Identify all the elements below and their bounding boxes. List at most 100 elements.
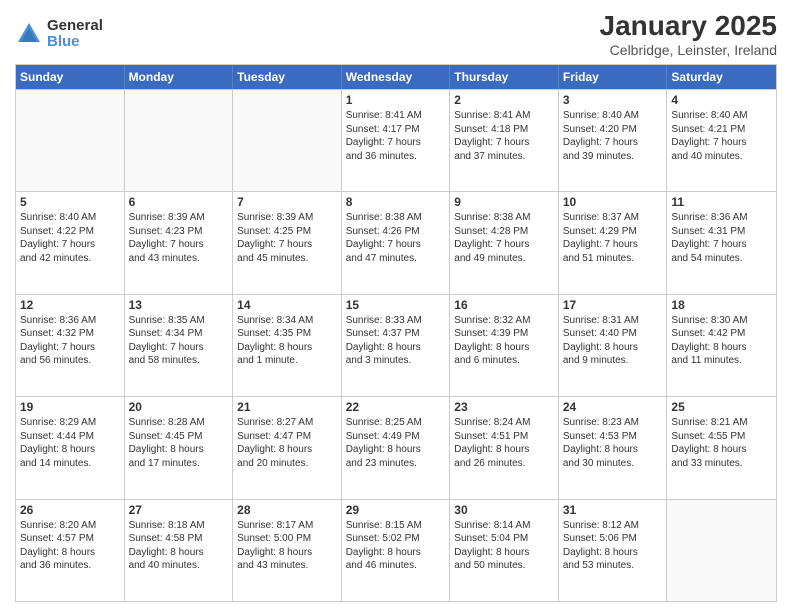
month-title: January 2025 [600, 10, 777, 42]
day-number: 2 [454, 93, 554, 107]
day-info: Sunrise: 8:36 AM Sunset: 4:31 PM Dayligh… [671, 211, 772, 265]
day-number: 10 [563, 195, 663, 209]
calendar-row-1: 5 Sunrise: 8:40 AM Sunset: 4:22 PM Daylig… [16, 191, 776, 293]
day-number: 23 [454, 400, 554, 414]
calendar-header: SundayMondayTuesdayWednesdayThursdayFrid… [16, 65, 776, 89]
day-info: Sunrise: 8:37 AM Sunset: 4:29 PM Dayligh… [563, 211, 663, 265]
day-info: Sunrise: 8:23 AM Sunset: 4:53 PM Dayligh… [563, 416, 663, 470]
calendar-cell-6: 6Sunrise: 8:39 AM Sunset: 4:23 PM Daylig… [125, 192, 234, 293]
day-number: 6 [129, 195, 229, 209]
day-info: Sunrise: 8:41 AM Sunset: 4:18 PM Dayligh… [454, 109, 554, 163]
logo-icon [15, 20, 43, 48]
logo-text: General Blue [47, 18, 103, 51]
calendar-cell-empty-4-6 [667, 500, 776, 601]
day-number: 14 [237, 298, 337, 312]
day-number: 24 [563, 400, 663, 414]
day-number: 16 [454, 298, 554, 312]
calendar-cell-10: 10 Sunrise: 8:37 AM Sunset: 4:29 PM Dayli… [559, 192, 668, 293]
calendar-cell-2: 2 Sunrise: 8:41 AM Sunset: 4:18 PM Daylig… [450, 90, 559, 191]
calendar-cell-4: 4 Sunrise: 8:40 AM Sunset: 4:21 PM Daylig… [667, 90, 776, 191]
day-info: Sunrise: 8:41 AM Sunset: 4:17 PM Dayligh… [346, 109, 446, 163]
calendar-cell-16: 16 Sunrise: 8:32 AM Sunset: 4:39 PM Dayli… [450, 295, 559, 396]
day-number: 8 [346, 195, 446, 209]
calendar-cell-17: 17Sunrise: 8:31 AM Sunset: 4:40 PM Dayli… [559, 295, 668, 396]
calendar: SundayMondayTuesdayWednesdayThursdayFrid… [15, 64, 777, 602]
header-day-monday: Monday [125, 65, 234, 89]
calendar-cell-empty-0-0 [16, 90, 125, 191]
calendar-cell-26: 26Sunrise: 8:20 AM Sunset: 4:57 PM Dayli… [16, 500, 125, 601]
day-number: 21 [237, 400, 337, 414]
header-day-wednesday: Wednesday [342, 65, 451, 89]
calendar-cell-11: 11 Sunrise: 8:36 AM Sunset: 4:31 PM Dayli… [667, 192, 776, 293]
day-info: Sunrise: 8:38 AM Sunset: 4:28 PM Dayligh… [454, 211, 554, 265]
calendar-cell-9: 9 Sunrise: 8:38 AM Sunset: 4:28 PM Daylig… [450, 192, 559, 293]
day-number: 15 [346, 298, 446, 312]
day-info: Sunrise: 8:40 AM Sunset: 4:22 PM Dayligh… [20, 211, 120, 265]
calendar-cell-22: 22 Sunrise: 8:25 AM Sunset: 4:49 PM Dayli… [342, 397, 451, 498]
day-info: Sunrise: 8:33 AM Sunset: 4:37 PM Dayligh… [346, 314, 446, 368]
day-number: 12 [20, 298, 120, 312]
header: General Blue January 2025 Celbridge, Lei… [15, 10, 777, 58]
day-number: 30 [454, 503, 554, 517]
day-info: Sunrise: 8:36 AM Sunset: 4:32 PM Dayligh… [20, 314, 120, 368]
day-info: Sunrise: 8:39 AM Sunset: 4:25 PM Dayligh… [237, 211, 337, 265]
calendar-cell-20: 20Sunrise: 8:28 AM Sunset: 4:45 PM Dayli… [125, 397, 234, 498]
calendar-cell-25: 25Sunrise: 8:21 AM Sunset: 4:55 PM Dayli… [667, 397, 776, 498]
calendar-cell-19: 19 Sunrise: 8:29 AM Sunset: 4:44 PM Dayli… [16, 397, 125, 498]
day-number: 20 [129, 400, 229, 414]
calendar-cell-23: 23 Sunrise: 8:24 AM Sunset: 4:51 PM Dayli… [450, 397, 559, 498]
day-number: 31 [563, 503, 663, 517]
day-number: 19 [20, 400, 120, 414]
day-info: Sunrise: 8:25 AM Sunset: 4:49 PM Dayligh… [346, 416, 446, 470]
calendar-cell-29: 29Sunrise: 8:15 AM Sunset: 5:02 PM Dayli… [342, 500, 451, 601]
day-info: Sunrise: 8:35 AM Sunset: 4:34 PM Dayligh… [129, 314, 229, 368]
day-number: 13 [129, 298, 229, 312]
day-info: Sunrise: 8:18 AM Sunset: 4:58 PM Dayligh… [129, 519, 229, 573]
day-info: Sunrise: 8:32 AM Sunset: 4:39 PM Dayligh… [454, 314, 554, 368]
calendar-cell-24: 24 Sunrise: 8:23 AM Sunset: 4:53 PM Dayli… [559, 397, 668, 498]
header-day-tuesday: Tuesday [233, 65, 342, 89]
header-day-thursday: Thursday [450, 65, 559, 89]
calendar-cell-30: 30 Sunrise: 8:14 AM Sunset: 5:04 PM Dayli… [450, 500, 559, 601]
day-number: 18 [671, 298, 772, 312]
page: General Blue January 2025 Celbridge, Lei… [0, 0, 792, 612]
day-info: Sunrise: 8:27 AM Sunset: 4:47 PM Dayligh… [237, 416, 337, 470]
calendar-cell-18: 18 Sunrise: 8:30 AM Sunset: 4:42 PM Dayli… [667, 295, 776, 396]
calendar-cell-13: 13 Sunrise: 8:35 AM Sunset: 4:34 PM Dayli… [125, 295, 234, 396]
day-info: Sunrise: 8:30 AM Sunset: 4:42 PM Dayligh… [671, 314, 772, 368]
day-number: 1 [346, 93, 446, 107]
header-day-sunday: Sunday [16, 65, 125, 89]
calendar-cell-3: 3Sunrise: 8:40 AM Sunset: 4:20 PM Daylig… [559, 90, 668, 191]
calendar-row-2: 12 Sunrise: 8:36 AM Sunset: 4:32 PM Dayli… [16, 294, 776, 396]
location: Celbridge, Leinster, Ireland [600, 42, 777, 58]
calendar-cell-31: 31Sunrise: 8:12 AM Sunset: 5:06 PM Dayli… [559, 500, 668, 601]
day-number: 5 [20, 195, 120, 209]
day-info: Sunrise: 8:34 AM Sunset: 4:35 PM Dayligh… [237, 314, 337, 368]
day-info: Sunrise: 8:40 AM Sunset: 4:20 PM Dayligh… [563, 109, 663, 163]
logo-blue-label: Blue [47, 34, 103, 51]
day-info: Sunrise: 8:24 AM Sunset: 4:51 PM Dayligh… [454, 416, 554, 470]
day-number: 11 [671, 195, 772, 209]
calendar-cell-14: 14 Sunrise: 8:34 AM Sunset: 4:35 PM Dayli… [233, 295, 342, 396]
calendar-row-4: 26Sunrise: 8:20 AM Sunset: 4:57 PM Dayli… [16, 499, 776, 601]
calendar-cell-27: 27Sunrise: 8:18 AM Sunset: 4:58 PM Dayli… [125, 500, 234, 601]
day-number: 22 [346, 400, 446, 414]
logo: General Blue [15, 18, 103, 51]
day-info: Sunrise: 8:38 AM Sunset: 4:26 PM Dayligh… [346, 211, 446, 265]
day-info: Sunrise: 8:29 AM Sunset: 4:44 PM Dayligh… [20, 416, 120, 470]
calendar-cell-12: 12 Sunrise: 8:36 AM Sunset: 4:32 PM Dayli… [16, 295, 125, 396]
calendar-cell-21: 21 Sunrise: 8:27 AM Sunset: 4:47 PM Dayli… [233, 397, 342, 498]
logo-general-label: General [47, 18, 103, 35]
day-number: 7 [237, 195, 337, 209]
day-info: Sunrise: 8:40 AM Sunset: 4:21 PM Dayligh… [671, 109, 772, 163]
day-number: 4 [671, 93, 772, 107]
calendar-body: 1 Sunrise: 8:41 AM Sunset: 4:17 PM Daylig… [16, 89, 776, 601]
day-info: Sunrise: 8:14 AM Sunset: 5:04 PM Dayligh… [454, 519, 554, 573]
calendar-cell-7: 7 Sunrise: 8:39 AM Sunset: 4:25 PM Daylig… [233, 192, 342, 293]
day-info: Sunrise: 8:21 AM Sunset: 4:55 PM Dayligh… [671, 416, 772, 470]
calendar-cell-28: 28Sunrise: 8:17 AM Sunset: 5:00 PM Dayli… [233, 500, 342, 601]
day-number: 17 [563, 298, 663, 312]
calendar-cell-5: 5 Sunrise: 8:40 AM Sunset: 4:22 PM Daylig… [16, 192, 125, 293]
day-number: 9 [454, 195, 554, 209]
calendar-cell-empty-0-1 [125, 90, 234, 191]
